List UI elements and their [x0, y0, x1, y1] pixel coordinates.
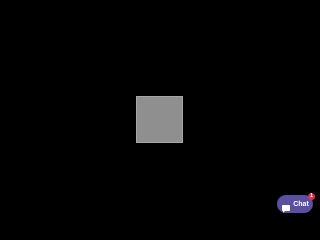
chat-bubble-icon — [281, 200, 291, 213]
chat-label: Chat — [293, 200, 309, 208]
notification-badge: 1 — [308, 193, 315, 200]
placeholder-box — [136, 96, 183, 143]
